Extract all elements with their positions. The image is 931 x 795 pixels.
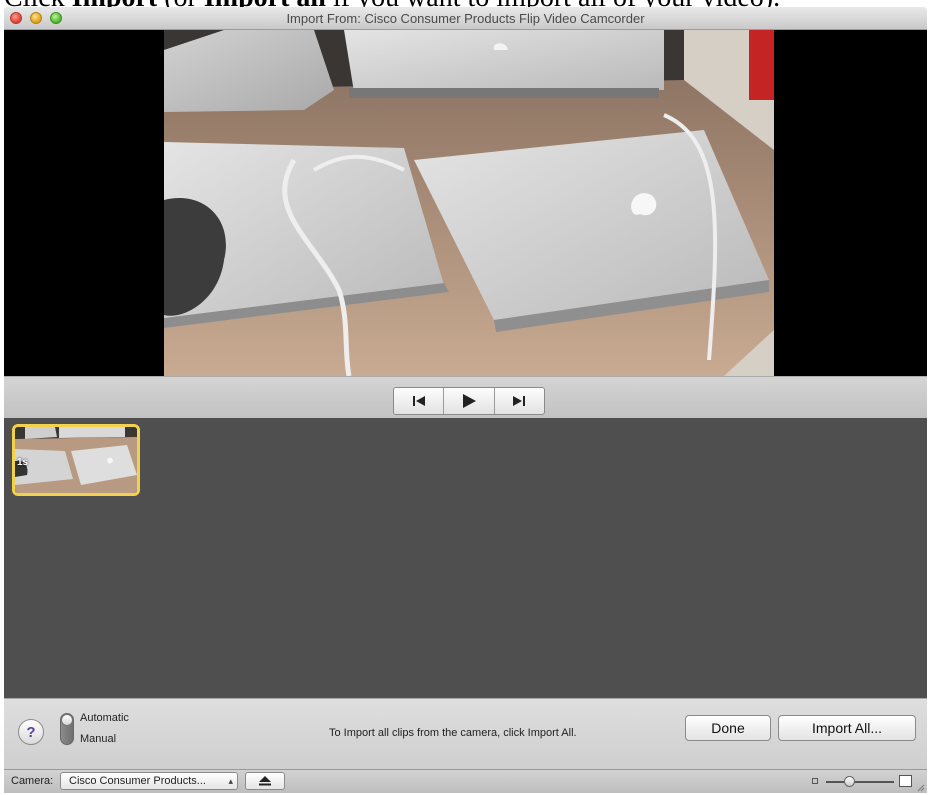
- resize-grip-icon[interactable]: [917, 784, 925, 792]
- video-frame: [164, 30, 774, 376]
- clip-thumbnail-image: [15, 427, 137, 493]
- transport-controls: [393, 387, 545, 415]
- skip-forward-icon: [513, 396, 526, 406]
- help-icon: ?: [26, 723, 36, 741]
- mode-automatic-label: Automatic: [80, 712, 129, 724]
- import-all-button[interactable]: Import All...: [778, 715, 916, 741]
- skip-back-icon: [412, 396, 425, 406]
- window-title: Import From: Cisco Consumer Products Fli…: [286, 11, 645, 26]
- clip-thumbnail[interactable]: 1s: [12, 424, 140, 496]
- import-mode-switch-knob: [61, 714, 73, 726]
- help-button[interactable]: ?: [18, 719, 44, 745]
- eject-icon: [259, 776, 271, 786]
- import-hint-text: To Import all clips from the camera, cli…: [329, 727, 577, 739]
- status-bar: Camera: Cisco Consumer Products... ▴▾: [4, 769, 927, 793]
- camera-label: Camera:: [11, 775, 54, 787]
- mode-manual-label: Manual: [80, 733, 117, 745]
- camera-select[interactable]: Cisco Consumer Products... ▴▾: [60, 772, 238, 793]
- next-button[interactable]: [493, 388, 544, 414]
- import-options-bar: ? Automatic Manual To Import all clips f…: [4, 698, 927, 769]
- play-icon: [462, 394, 476, 408]
- done-button[interactable]: Done: [685, 715, 771, 741]
- title-bar: Import From: Cisco Consumer Products Fli…: [4, 7, 927, 30]
- import-mode-switch[interactable]: [60, 713, 74, 745]
- clip-duration: 1s: [17, 457, 29, 468]
- clip-browser: 1s: [4, 418, 927, 698]
- thumbnail-size-slider-knob[interactable]: [844, 776, 856, 787]
- eject-button[interactable]: [245, 772, 285, 790]
- zoom-out-icon[interactable]: [812, 778, 818, 784]
- zoom-in-icon[interactable]: [899, 775, 912, 787]
- chevron-updown-icon: ▴▾: [228, 776, 233, 793]
- thumbnail-size-slider[interactable]: [826, 781, 894, 783]
- playback-controls-bar: [4, 376, 927, 419]
- camera-select-value: Cisco Consumer Products...: [69, 775, 206, 787]
- previous-button[interactable]: [394, 388, 443, 414]
- video-viewer: [4, 30, 927, 376]
- import-window: Import From: Cisco Consumer Products Fli…: [4, 7, 927, 793]
- play-button[interactable]: [443, 388, 493, 414]
